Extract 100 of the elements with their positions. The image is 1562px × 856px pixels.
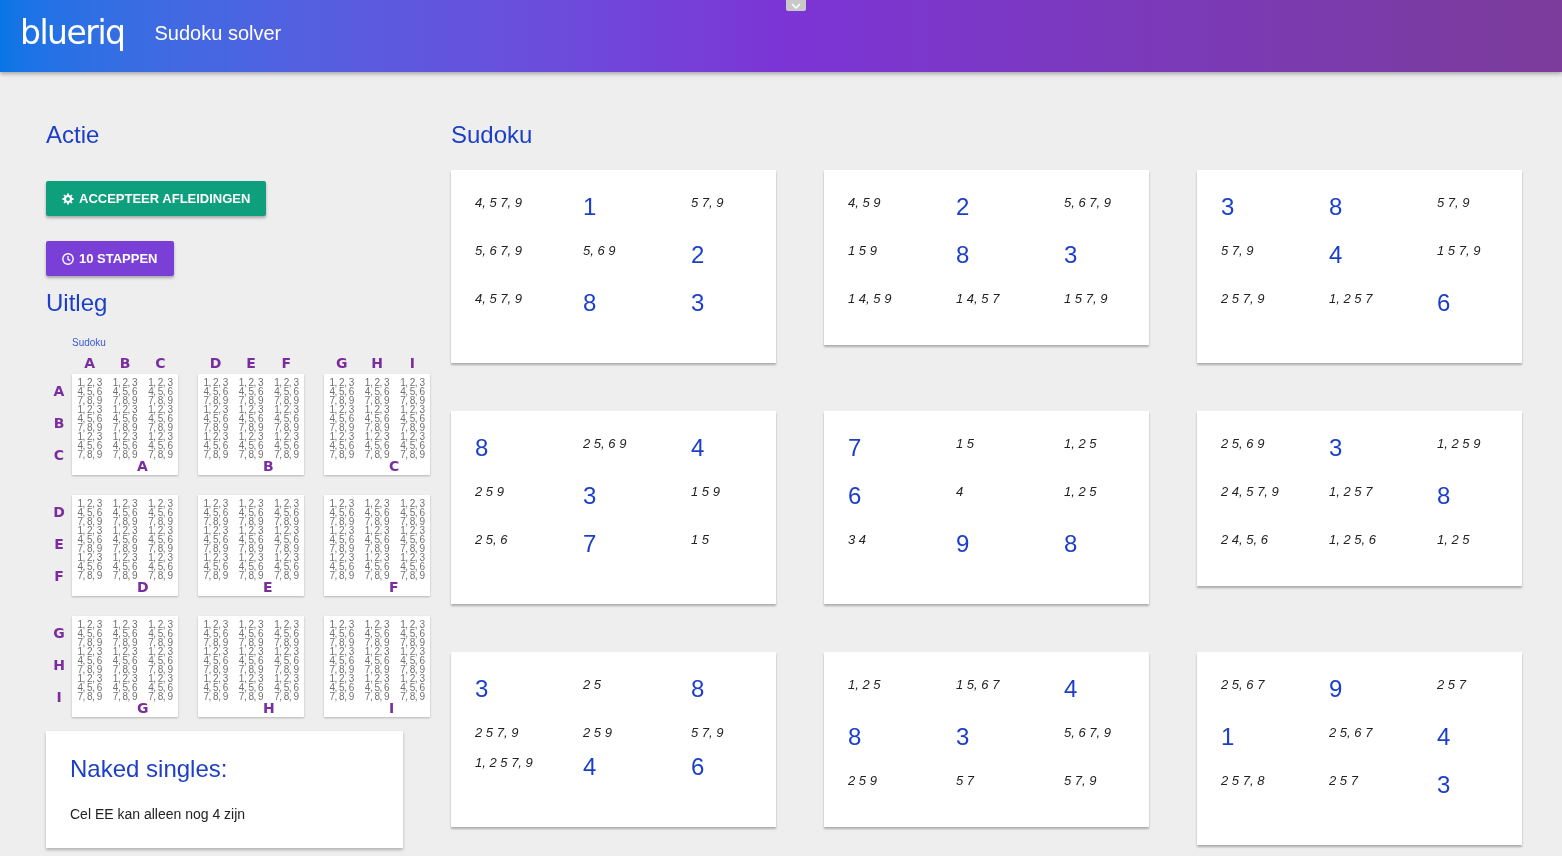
candidate-list: 1, 2, 3 4, 5, 6 7, 8, 9 [400,405,425,432]
given-digit: 3 [1437,771,1451,799]
candidate-list: 1, 2, 3 4, 5, 6 7, 8, 9 [148,620,173,647]
candidate-list: 1, 2, 3 4, 5, 6 7, 8, 9 [329,432,354,459]
panel-toggle[interactable] [786,0,806,11]
section-heading: Actie [46,120,100,150]
candidate-list: 1, 2, 3 4, 5, 6 7, 8, 9 [112,553,138,580]
given-digit: 2 [956,193,970,221]
candidate-list: 1, 2, 3 4, 5, 6 7, 8, 9 [203,553,228,580]
candidate-list: 1, 2, 3 4, 5, 6 7, 8, 9 [274,647,299,674]
candidate-list: 1, 2, 3 4, 5, 6 7, 8, 9 [364,620,390,647]
given-digit: 3 [691,289,705,317]
candidate-list: 1, 2, 3 4, 5, 6 7, 8, 9 [77,499,102,526]
candidate-list: 1, 2, 3 4, 5, 6 7, 8, 9 [77,526,102,553]
column-label: E [246,355,256,371]
candidate-list: 1, 2, 3 4, 5, 6 7, 8, 9 [238,620,264,647]
candidate-list: 1, 2, 3 4, 5, 6 7, 8, 9 [274,405,299,432]
candidate-list: 1, 2, 3 4, 5, 6 7, 8, 9 [274,620,299,647]
given-digit: 8 [1437,482,1451,510]
candidate-list: 1 4, 5 7 [956,292,1000,306]
candidate-list: 1, 2, 3 4, 5, 6 7, 8, 9 [329,620,354,647]
brand-logo: blueriq [20,13,125,53]
candidate-list: 1, 2, 3 4, 5, 6 7, 8, 9 [203,674,228,701]
candidate-list: 1, 2 5 9 [1437,437,1481,451]
candidate-list: 1, 2 5 7 [1329,292,1373,306]
candidate-list: 1 4, 5 9 [848,292,892,306]
candidate-list: 1, 2, 3 4, 5, 6 7, 8, 9 [148,526,173,553]
candidate-list: 1, 2, 3 4, 5, 6 7, 8, 9 [148,674,173,701]
candidate-list: 1, 2 5 [1064,485,1097,499]
candidate-list: 1, 2, 3 4, 5, 6 7, 8, 9 [77,432,102,459]
given-digit: 6 [1437,289,1451,317]
candidate-list: 1, 2, 3 4, 5, 6 7, 8, 9 [364,405,390,432]
given-digit: 2 [691,241,705,269]
candidate-list: 1, 2 5, 6 [1329,533,1376,547]
candidate-list: 1, 2, 3 4, 5, 6 7, 8, 9 [77,674,102,701]
given-digit: 6 [691,753,705,781]
candidate-list: 1, 2, 3 4, 5, 6 7, 8, 9 [364,499,390,526]
row-label: H [53,655,65,675]
candidate-list: 1, 2, 3 4, 5, 6 7, 8, 9 [400,553,425,580]
box-label: D [137,580,149,594]
candidate-list: 1, 2, 3 4, 5, 6 7, 8, 9 [274,378,299,405]
box-label: C [389,459,400,473]
candidate-list: 4, 5 7, 9 [475,196,522,210]
candidate-list: 1, 2 5 [1437,533,1470,547]
given-digit: 3 [1221,193,1235,221]
candidate-list: 1, 2, 3 4, 5, 6 7, 8, 9 [112,674,138,701]
candidate-list: 1, 2, 3 4, 5, 6 7, 8, 9 [203,526,228,553]
candidate-list: 1, 2, 3 4, 5, 6 7, 8, 9 [148,405,173,432]
given-digit: 4 [1437,723,1451,751]
candidate-list: 1, 2, 3 4, 5, 6 7, 8, 9 [112,620,138,647]
given-digit: 4 [691,434,705,462]
candidate-list: 1, 2, 3 4, 5, 6 7, 8, 9 [112,499,138,526]
hint-text: Cel EE kan alleen nog 4 zijn [70,805,246,824]
candidate-list: 1, 2, 3 4, 5, 6 7, 8, 9 [329,674,354,701]
candidate-list: 1, 2, 3 4, 5, 6 7, 8, 9 [238,674,264,701]
candidate-list: 2 5, 6 7 [1221,678,1265,692]
given-digit: 3 [1329,434,1343,462]
candidate-list: 1, 2, 3 4, 5, 6 7, 8, 9 [203,432,228,459]
given-digit: 1 [1221,723,1235,751]
candidate-list: 1, 2, 3 4, 5, 6 7, 8, 9 [329,526,354,553]
candidate-list: 4, 5 9 [848,196,881,210]
candidate-list: 1, 2, 3 4, 5, 6 7, 8, 9 [400,432,425,459]
candidate-list: 1, 2, 3 4, 5, 6 7, 8, 9 [148,553,173,580]
candidate-list: 2 5 7, 8 [1221,774,1265,788]
candidate-list: 1, 2, 3 4, 5, 6 7, 8, 9 [238,499,264,526]
candidate-list: 1, 2, 3 4, 5, 6 7, 8, 9 [77,620,102,647]
candidate-list: 1, 2, 3 4, 5, 6 7, 8, 9 [274,526,299,553]
candidate-list: 1, 2, 3 4, 5, 6 7, 8, 9 [148,432,173,459]
candidate-list: 2 5 7 [1437,678,1466,692]
gear-icon [62,192,74,205]
section-heading: Uitleg [46,288,108,318]
given-digit: 3 [583,482,597,510]
given-digit: 9 [1329,675,1343,703]
candidate-list: 1 5 7, 9 [1437,244,1481,258]
candidate-list: 5, 6 9 [583,244,616,258]
box-label: A [137,459,148,473]
row-label: A [53,381,65,401]
box-label: H [263,701,275,715]
candidate-list: 2 5, 6 9 [1221,437,1265,451]
candidate-list: 2 5 9 [583,726,612,740]
given-digit: 7 [848,434,862,462]
candidate-list: 1, 2, 3 4, 5, 6 7, 8, 9 [112,647,138,674]
candidate-list: 1, 2, 3 4, 5, 6 7, 8, 9 [364,432,390,459]
chevron-down-icon [791,2,801,9]
candidate-list: 1, 2, 3 4, 5, 6 7, 8, 9 [148,499,173,526]
given-digit: 8 [475,434,489,462]
candidate-list: 2 5 [583,678,602,692]
candidate-list: 2 5, 6 [475,533,508,547]
candidate-list: 1, 2, 3 4, 5, 6 7, 8, 9 [329,647,354,674]
given-digit: 8 [691,675,705,703]
column-label: H [371,355,383,371]
steps-button[interactable]: 10 STAPPEN [46,241,174,276]
candidate-list: 1 5 [691,533,710,547]
given-digit: 8 [1329,193,1343,221]
row-label: D [53,502,65,522]
given-digit: 1 [583,193,597,221]
accept-button[interactable]: ACCEPTEER AFLEIDINGEN [46,181,267,216]
candidate-list: 1, 2, 3 4, 5, 6 7, 8, 9 [112,526,138,553]
given-digit: 8 [848,723,862,751]
row-label: E [54,534,64,554]
